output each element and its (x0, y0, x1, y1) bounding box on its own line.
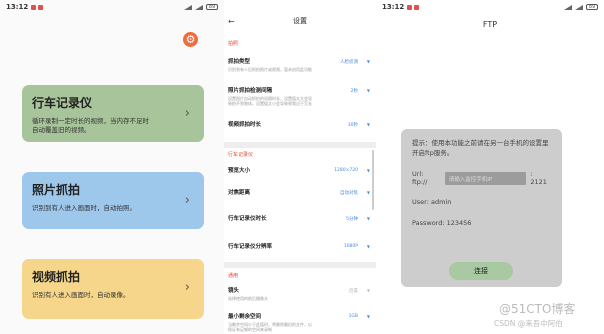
dropdown-arrow-icon: ▼ (366, 190, 370, 195)
password-label: Password: 123456 (412, 219, 472, 227)
ftp-screen: 13:12 89 FTP 提示：使用本功能之前请在另一台手机的设置里开启ftp服… (376, 0, 604, 334)
setting-desc: 当剩余空间少于此值时，将删除最旧的文件，以保证有足够的空间来录制 (228, 322, 312, 332)
setting-row[interactable]: 行车记录仪时长 5分钟 ▼ (228, 214, 370, 236)
card-desc: 识别有人进入画面时，自动录像。 (32, 291, 130, 299)
section-divider (224, 142, 376, 148)
dashcam-card[interactable]: 行车记录仪 循环录制一定时长的视频，当内存不足时自动覆盖旧的视频。 › (22, 85, 204, 142)
connect-button[interactable]: 连接 (449, 262, 513, 280)
section-header-dashcam: 行车记录仪 (228, 152, 254, 158)
setting-row[interactable]: 照片抓拍检测间隔 设置照片自动抓拍的间隔时长，设置值太大会导致拍不到物体，设置值… (228, 86, 370, 108)
notification-icon (31, 4, 37, 10)
setting-value: 30秒 (347, 123, 358, 128)
user-label: User: admin (412, 198, 452, 206)
settings-screen: ← 设置 拍照 抓拍类型 识别到有人后抓拍照片或视频，暂未启用此功能 人脸侦测 … (224, 0, 376, 334)
status-time: 13:12 (6, 3, 29, 11)
card-title: 行车记录仪 (32, 96, 93, 110)
chevron-right-icon: › (184, 106, 190, 121)
setting-row[interactable]: 视频抓拍时长 30秒 ▼ (228, 120, 370, 142)
port-label: : 2121 (530, 170, 547, 186)
settings-header: ← 设置 (224, 14, 376, 28)
status-time: 13:12 (382, 3, 405, 11)
signal-icon (195, 4, 203, 10)
notification-icon (414, 4, 420, 10)
setting-label: 视频抓拍时长 (228, 122, 262, 128)
setting-row[interactable]: 行车记录仪分辨率 1080P ▼ (228, 242, 370, 264)
card-title: 视频抓拍 (32, 270, 81, 284)
status-icons: 89 (184, 4, 218, 10)
status-bar: 13:12 89 (0, 0, 224, 14)
setting-value: 5分钟 (346, 217, 358, 222)
status-bar: 13:12 89 (376, 0, 604, 14)
setting-row[interactable]: 预览大小 1280×720 ▼ (228, 166, 370, 188)
setting-value: 人脸侦测 (340, 60, 358, 65)
signal-icon (184, 4, 192, 10)
signal-icon (564, 4, 572, 10)
ftp-dialog: 提示：使用本功能之前请在另一台手机的设置里开启ftp服务。 Url: ftp:/… (401, 129, 562, 287)
chevron-right-icon: › (184, 193, 190, 208)
dropdown-arrow-icon: ▼ (366, 216, 370, 221)
setting-label: 最小剩余空间 (228, 314, 262, 320)
signal-icon (575, 4, 583, 10)
notification-icon (407, 4, 413, 10)
setting-label: 照片抓拍检测间隔 (228, 88, 273, 94)
battery-icon: 89 (206, 4, 218, 10)
dropdown-arrow-icon: ▼ (366, 168, 370, 173)
page-title: 设置 (293, 17, 307, 25)
chevron-right-icon: › (184, 280, 190, 295)
setting-row[interactable]: 抓拍类型 识别到有人后抓拍照片或视频，暂未启用此功能 人脸侦测 ▼ (228, 57, 370, 79)
setting-row[interactable]: 最小剩余空间 当剩余空间少于此值时，将删除最旧的文件，以保证有足够的空间来录制 … (228, 312, 370, 334)
card-title: 照片抓拍 (32, 183, 81, 197)
video-capture-card[interactable]: 视频抓拍 识别有人进入画面时，自动录像。 › (22, 259, 204, 319)
setting-label: 镜头 (228, 288, 240, 294)
notification-icons (31, 4, 44, 10)
ftp-hint: 提示：使用本功能之前请在另一台手机的设置里开启ftp服务。 (412, 139, 549, 157)
watermark-51cto: @51CTO博客 (499, 302, 576, 316)
home-screen: 13:12 89 ⚙ 行车记录仪 循环录制一定时长的视频，当内存不足时自动覆盖旧… (0, 0, 224, 334)
dropdown-arrow-icon: ▼ (366, 288, 370, 293)
scrollbar[interactable] (372, 150, 374, 210)
setting-value: 自动对焦 (340, 191, 358, 196)
dropdown-arrow-icon: ▼ (366, 122, 370, 127)
setting-desc: 识别到有人后抓拍照片或视频，暂未启用此功能 (228, 67, 312, 72)
ftp-url-row: Url: ftp:// 请输入监控手机IP : 2121 (412, 170, 551, 186)
watermark-csdn: CSDN @来吾中阿伯 (494, 319, 563, 328)
setting-row[interactable]: 镜头 选择使用的前后摄像头 后置 ▼ (228, 286, 370, 308)
notification-icon (38, 4, 44, 10)
page-title: FTP (482, 20, 498, 29)
card-desc: 识别到有人进入画面时，自动拍照。 (32, 204, 136, 212)
setting-value: 1GB (348, 314, 358, 319)
card-desc: 循环录制一定时长的视频，当内存不足时自动覆盖旧的视频。 (32, 117, 149, 134)
setting-desc: 选择使用的前后摄像头 (228, 296, 268, 301)
battery-icon: 89 (586, 4, 598, 10)
setting-value: 1080P (343, 244, 358, 249)
setting-value: 1280×720 (334, 168, 358, 173)
settings-gear-icon[interactable]: ⚙ (183, 32, 198, 47)
ip-input[interactable]: 请输入监控手机IP (444, 171, 527, 185)
dropdown-arrow-icon: ▼ (366, 244, 370, 249)
dropdown-arrow-icon: ▼ (366, 314, 370, 319)
section-divider (224, 262, 376, 268)
dropdown-arrow-icon: ▼ (366, 59, 370, 64)
url-label: Url: ftp:// (412, 170, 428, 186)
notification-icons (407, 4, 420, 10)
dropdown-arrow-icon: ▼ (366, 88, 370, 93)
setting-row[interactable]: 对焦距离 自动对焦 ▼ (228, 188, 370, 210)
status-icons: 89 (564, 4, 598, 10)
setting-value: 后置 (349, 289, 358, 294)
section-header-photo: 拍照 (228, 41, 239, 47)
setting-value: 2秒 (350, 89, 358, 94)
setting-desc: 设置照片自动抓拍的间隔时长，设置值太大会导致拍不到物体，设置值太小会导致视频过于… (228, 96, 312, 106)
photo-capture-card[interactable]: 照片抓拍 识别到有人进入画面时，自动拍照。 › (22, 172, 204, 229)
section-header-general: 通用 (228, 273, 239, 279)
